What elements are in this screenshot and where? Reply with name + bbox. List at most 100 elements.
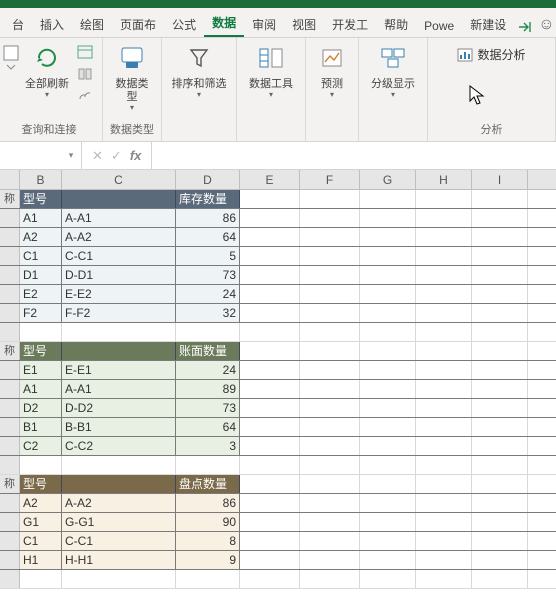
cell[interactable] [240,361,300,379]
row-head[interactable] [0,209,20,227]
cell[interactable] [416,399,472,417]
formula-bar-input[interactable] [152,142,556,169]
cell[interactable] [240,228,300,246]
cell[interactable] [416,266,472,284]
row-head[interactable] [0,304,20,322]
cell[interactable]: 24 [176,285,240,303]
cell[interactable] [416,209,472,227]
edit-links-button[interactable] [74,86,96,106]
cell[interactable] [360,513,416,531]
cell[interactable] [360,323,416,341]
cell[interactable] [472,475,528,493]
cell[interactable]: 73 [176,399,240,417]
cell[interactable] [472,228,528,246]
cell[interactable] [472,247,528,265]
cell[interactable] [416,494,472,512]
formula-bar[interactable] [152,142,556,169]
cell[interactable]: 32 [176,304,240,322]
cell[interactable] [416,456,472,474]
cell[interactable] [300,228,360,246]
data-tools-button[interactable]: 数据工具 ▾ [243,42,299,99]
cell[interactable] [240,513,300,531]
cell[interactable]: E-E1 [62,361,176,379]
cell[interactable]: C1 [20,247,62,265]
cell[interactable] [240,570,300,588]
cell[interactable] [300,475,360,493]
col-head-B[interactable]: B [20,170,62,189]
name-box-dropdown[interactable]: ▾ [62,150,80,161]
row-head[interactable]: 称 [0,190,20,208]
cell[interactable]: 8 [176,532,240,550]
row-head[interactable] [0,247,20,265]
spreadsheet-grid[interactable]: B C D E F G H I 称 型号 库存数量 A1 A-A1 86 A2 … [0,170,556,589]
row-head[interactable] [0,570,20,588]
cell[interactable] [416,323,472,341]
row-head[interactable] [0,399,20,417]
cell[interactable] [360,456,416,474]
cell[interactable]: 3 [176,437,240,455]
col-head-D[interactable]: D [176,170,240,189]
tab-developer[interactable]: 开发工 [324,10,376,37]
forecast-button[interactable]: 预测 ▾ [312,42,352,99]
row-head[interactable] [0,418,20,436]
col-head-H[interactable]: H [416,170,472,189]
data-analysis-button[interactable]: 数据分析 [453,44,529,65]
cell[interactable]: C2 [20,437,62,455]
cell[interactable] [20,323,62,341]
cell[interactable] [62,570,176,588]
row-head[interactable] [0,380,20,398]
cell[interactable]: 账面数量 [176,342,240,360]
cell[interactable]: 型号 [20,475,62,493]
cell[interactable] [62,323,176,341]
cell[interactable]: 64 [176,418,240,436]
name-box[interactable]: ▾ [0,142,82,169]
row-head[interactable] [0,532,20,550]
cell[interactable] [300,342,360,360]
cell[interactable]: B1 [20,418,62,436]
cell[interactable] [416,361,472,379]
cell[interactable]: E2 [20,285,62,303]
cell[interactable]: C1 [20,532,62,550]
cell[interactable] [360,399,416,417]
cell[interactable] [300,247,360,265]
cell[interactable]: C-C1 [62,247,176,265]
col-head-E[interactable]: E [240,170,300,189]
cell[interactable] [240,532,300,550]
cell[interactable] [62,475,176,493]
cell[interactable]: A-A1 [62,209,176,227]
cell[interactable] [240,266,300,284]
cell[interactable] [416,228,472,246]
cell[interactable]: 73 [176,266,240,284]
cell[interactable] [240,551,300,569]
row-head[interactable] [0,323,20,341]
row-head[interactable] [0,456,20,474]
cell[interactable] [360,361,416,379]
cell[interactable] [300,285,360,303]
cell[interactable] [360,570,416,588]
row-head[interactable] [0,266,20,284]
cell[interactable] [360,304,416,322]
cell[interactable]: H-H1 [62,551,176,569]
row-head[interactable] [0,228,20,246]
cell[interactable] [300,304,360,322]
cell[interactable] [240,285,300,303]
cell[interactable] [472,342,528,360]
row-head[interactable] [0,551,20,569]
cell[interactable] [300,190,360,208]
cell[interactable] [240,475,300,493]
cell[interactable] [300,399,360,417]
tab-help[interactable]: 帮助 [376,10,416,37]
cell[interactable] [472,323,528,341]
cell[interactable] [472,399,528,417]
cell[interactable] [416,475,472,493]
col-head-G[interactable]: G [360,170,416,189]
cell[interactable] [62,456,176,474]
cell[interactable] [416,380,472,398]
tab-page-layout[interactable]: 页面布 [112,10,164,37]
cell[interactable]: F2 [20,304,62,322]
cell[interactable]: D2 [20,399,62,417]
cell[interactable] [472,494,528,512]
tab-new[interactable]: 新建设 [462,10,514,37]
tab-home[interactable]: 台 [4,10,32,37]
cell[interactable] [240,304,300,322]
